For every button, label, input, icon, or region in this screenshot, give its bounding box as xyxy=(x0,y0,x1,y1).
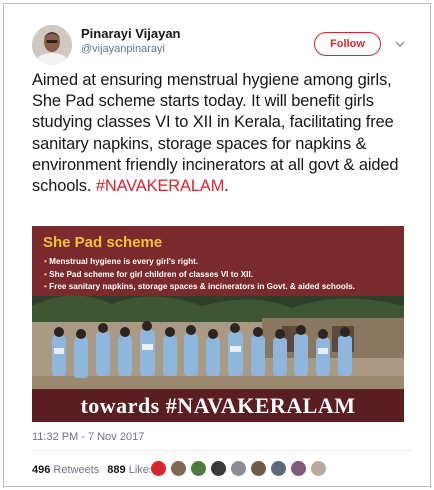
likes-count: 889 xyxy=(107,464,126,476)
more-options-chevron-down-icon[interactable] xyxy=(394,38,406,50)
retweets-count: 496 xyxy=(32,464,51,476)
liker-avatar[interactable] xyxy=(170,460,187,477)
engagement-stats: 496 Retweets 889 Likes xyxy=(32,464,154,476)
liker-avatar[interactable] xyxy=(150,460,167,477)
follow-button[interactable]: Follow xyxy=(314,32,381,56)
tweet-timestamp[interactable]: 11:32 PM - 7 Nov 2017 xyxy=(32,431,144,443)
author-avatar[interactable] xyxy=(32,25,72,65)
author-handle[interactable]: @vijayanpinarayi xyxy=(81,42,181,57)
liker-avatar[interactable] xyxy=(310,460,327,477)
likers-avatar-row xyxy=(150,460,330,477)
tweet-trailing: . xyxy=(224,177,229,196)
tweet-text: Aimed at ensuring menstrual hygiene amon… xyxy=(32,70,424,197)
liker-avatar[interactable] xyxy=(250,460,267,477)
media-bullet: Free sanitary napkins, storage spaces & … xyxy=(44,281,355,294)
hashtag-link[interactable]: #NAVAKERALAM xyxy=(96,177,225,195)
likes-stat[interactable]: 889 Likes xyxy=(107,464,154,476)
avatar-portrait xyxy=(32,25,72,65)
retweets-stat[interactable]: 496 Retweets xyxy=(32,464,99,476)
media-bullet-list: Menstrual hygiene is every girl's right.… xyxy=(44,256,355,294)
liker-avatar[interactable] xyxy=(290,460,307,477)
retweets-label: Retweets xyxy=(53,464,100,476)
divider xyxy=(32,450,412,451)
liker-avatar[interactable] xyxy=(210,460,227,477)
liker-avatar[interactable] xyxy=(230,460,247,477)
tweet-media-image[interactable]: She Pad scheme Menstrual hygiene is ever… xyxy=(32,226,404,422)
author-display-name[interactable]: Pinarayi Vijayan xyxy=(81,26,181,42)
author-info: Pinarayi Vijayan @vijayanpinarayi xyxy=(81,26,181,57)
media-bullet: Menstrual hygiene is every girl's right. xyxy=(44,256,355,269)
liker-avatar[interactable] xyxy=(190,460,207,477)
media-footer-banner: towards #NAVAKERALAM xyxy=(32,389,404,422)
tweet-card: Pinarayi Vijayan @vijayanpinarayi Follow… xyxy=(3,3,431,487)
media-footer-text: towards #NAVAKERALAM xyxy=(80,392,356,418)
media-bullet: She Pad scheme for girl children of clas… xyxy=(44,269,355,282)
liker-avatar[interactable] xyxy=(270,460,287,477)
media-title: She Pad scheme xyxy=(43,234,163,251)
